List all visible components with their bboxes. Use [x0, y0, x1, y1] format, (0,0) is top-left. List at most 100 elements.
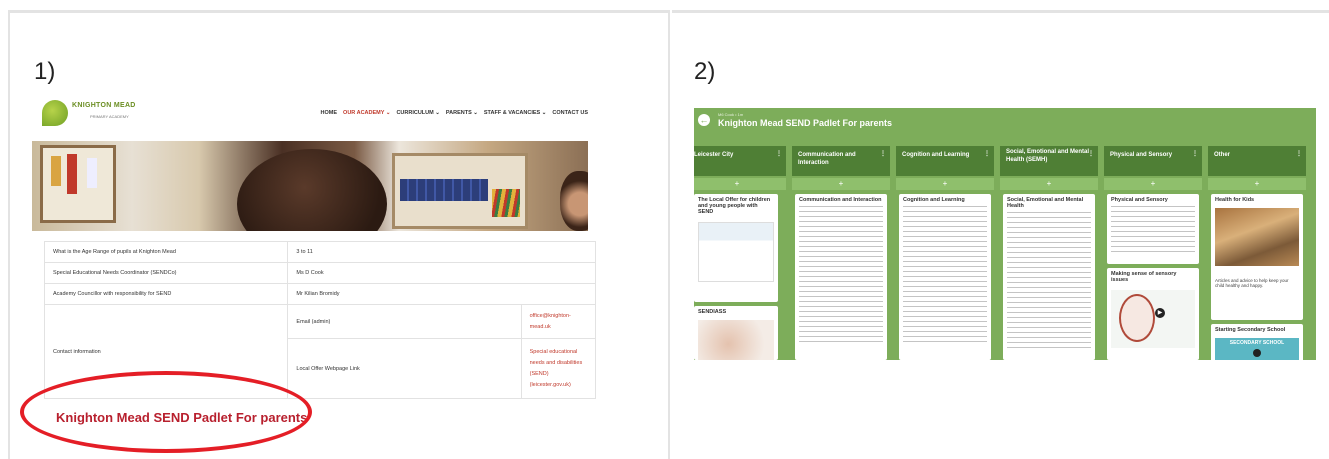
card-thumbnail — [698, 222, 774, 282]
email-label: Email (admin) — [287, 304, 522, 339]
card-text — [1007, 212, 1091, 352]
add-post-button[interactable]: + — [694, 178, 786, 190]
card-title: Physical and Sensory — [1111, 197, 1168, 203]
banner-text: SECONDARY SCHOOL — [1229, 340, 1285, 346]
panel-number: 1) — [34, 58, 56, 85]
section-title: Social, Emotional and Mental Health (SEM… — [1006, 149, 1090, 163]
screenshot-panel-1: 1) KNIGHTON MEAD PRIMARY ACADEMY HOME OU… — [8, 10, 670, 459]
panel-number: 2) — [694, 58, 716, 85]
more-icon[interactable]: ⋮ — [1296, 150, 1302, 158]
add-post-button[interactable]: + — [792, 178, 890, 190]
card-title: Cognition and Learning — [903, 197, 965, 203]
nav-item-curriculum[interactable]: CURRICULUM ⌄ — [396, 110, 439, 116]
padlet-column: Other ⋮ + Health for Kids Articles and a… — [1208, 146, 1306, 360]
child-head — [237, 149, 387, 231]
school-logo[interactable]: KNIGHTON MEAD PRIMARY ACADEMY — [42, 98, 172, 132]
add-post-button[interactable]: + — [896, 178, 994, 190]
padlet-board: ← M6 Cook • 1m Knighton Mead SEND Padlet… — [694, 108, 1316, 360]
section-header: Other ⋮ — [1208, 146, 1306, 176]
classroom-board — [40, 145, 116, 223]
table-row: Academy Councillor with responsibility f… — [43, 283, 596, 305]
hero-image — [32, 141, 588, 231]
logo-text: KNIGHTON MEAD — [72, 102, 136, 109]
padlet-card[interactable]: Making sense of sensory issues ▶ — [1107, 268, 1199, 360]
head-illustration — [1119, 294, 1155, 342]
table-cell-label: Academy Councillor with responsibility f… — [43, 283, 289, 305]
play-icon[interactable]: ▶ — [1155, 308, 1165, 318]
books — [400, 179, 488, 201]
padlet-column: Physical and Sensory ⋮ + Physical and Se… — [1104, 146, 1202, 360]
card-title: Making sense of sensory issues — [1111, 271, 1177, 283]
padlet-card[interactable]: The Local Offer for children and young p… — [694, 194, 778, 302]
main-nav: HOME OUR ACADEMY ⌄ CURRICULUM ⌄ PARENTS … — [321, 110, 588, 116]
section-title: Leicester City — [694, 152, 734, 158]
section-header: Physical and Sensory ⋮ — [1104, 146, 1202, 176]
card-title: Social, Emotional and Mental Health — [1007, 197, 1084, 209]
nav-item-parents[interactable]: PARENTS ⌄ — [446, 110, 478, 116]
card-title: Health for Kids — [1215, 197, 1255, 203]
padlet-card[interactable]: Health for Kids Articles and advice to h… — [1211, 194, 1303, 320]
screenshot-panel-2: 2) ← M6 Cook • 1m Knighton Mead SEND Pad… — [672, 10, 1329, 459]
section-title: Physical and Sensory — [1110, 152, 1173, 158]
table-cell-value: Mr Kilian Bromidy — [287, 283, 596, 305]
starting-banner: SECONDARY SCHOOL — [1215, 338, 1299, 360]
nav-item-staff-vacancies[interactable]: STAFF & VACANCIES ⌄ — [484, 110, 546, 116]
section-header: Leicester City ⋮ — [694, 146, 786, 176]
table-cell-value: Ms D Cook — [287, 262, 596, 284]
more-icon[interactable]: ⋮ — [984, 150, 990, 158]
table-row: What is the Age Range of pupils at Knigh… — [43, 241, 596, 263]
card-title: Communication and Interaction — [799, 197, 882, 203]
padlet-card[interactable]: Physical and Sensory — [1107, 194, 1199, 264]
section-header: Communication and Interaction ⋮ — [792, 146, 890, 176]
padlet-card[interactable]: Communication and Interaction — [795, 194, 887, 360]
local-offer-link[interactable]: Special educational needs and disabiliti… — [520, 338, 597, 399]
section-header: Cognition and Learning ⋮ — [896, 146, 994, 176]
card-thumbnail: ▶ — [1111, 290, 1195, 348]
leaf-logo-icon — [42, 100, 68, 126]
nav-item-home[interactable]: HOME — [321, 110, 338, 116]
more-icon[interactable]: ⋮ — [1192, 150, 1198, 158]
card-image — [698, 320, 774, 360]
child-face — [560, 171, 588, 231]
table-cell-value: 3 to 11 — [287, 241, 596, 263]
logo-subtext: PRIMARY ACADEMY — [90, 114, 129, 119]
nav-item-our-academy[interactable]: OUR ACADEMY ⌄ — [343, 110, 390, 116]
card-text — [799, 206, 883, 346]
card-text — [903, 206, 987, 346]
site-header: KNIGHTON MEAD PRIMARY ACADEMY HOME OUR A… — [32, 95, 588, 135]
padlet-column: Communication and Interaction ⋮ + Commun… — [792, 146, 890, 360]
padlet-title: Knighton Mead SEND Padlet For parents — [718, 118, 893, 128]
card-title: Starting Secondary School — [1215, 327, 1286, 333]
card-image — [1215, 208, 1299, 266]
books-colored — [492, 189, 520, 217]
padlet-breadcrumb: M6 Cook • 1m — [718, 112, 744, 117]
more-icon[interactable]: ⋮ — [880, 150, 886, 158]
padlet-column: Cognition and Learning ⋮ + Cognition and… — [896, 146, 994, 360]
table-row: Special Educational Needs Coordinator (S… — [43, 262, 596, 284]
card-text — [1111, 206, 1195, 254]
add-post-button[interactable]: + — [1000, 178, 1098, 190]
back-arrow-icon[interactable]: ← — [698, 114, 710, 126]
card-title: SENDIASS — [698, 309, 727, 315]
section-title: Communication and Interaction — [798, 152, 856, 166]
padlet-column: Social, Emotional and Mental Health (SEM… — [1000, 146, 1098, 360]
padlet-card[interactable]: Starting Secondary School SECONDARY SCHO… — [1211, 324, 1303, 360]
padlet-card[interactable]: Social, Emotional and Mental Health — [1003, 194, 1095, 360]
add-post-button[interactable]: + — [1104, 178, 1202, 190]
padlet-card[interactable]: Cognition and Learning — [899, 194, 991, 360]
highlight-ellipse — [20, 371, 312, 453]
add-post-button[interactable]: + — [1208, 178, 1306, 190]
local-offer-label: Local Offer Webpage Link — [287, 338, 522, 399]
email-link[interactable]: office@knighton-mead.uk — [520, 304, 597, 339]
more-icon[interactable]: ⋮ — [776, 150, 782, 158]
table-cell-label: Special Educational Needs Coordinator (S… — [43, 262, 289, 284]
section-title: Other — [1214, 152, 1231, 158]
section-header: Social, Emotional and Mental Health (SEM… — [1000, 146, 1098, 176]
card-title: The Local Offer for children and young p… — [698, 197, 771, 215]
table-cell-label: What is the Age Range of pupils at Knigh… — [43, 241, 289, 263]
more-icon[interactable]: ⋮ — [1088, 150, 1094, 158]
padlet-card[interactable]: SENDIASS — [694, 306, 778, 360]
nav-item-contact-us[interactable]: CONTACT US — [552, 110, 588, 116]
play-icon[interactable] — [1253, 349, 1261, 357]
padlet-column: Leicester City ⋮ + The Local Offer for c… — [694, 146, 786, 360]
